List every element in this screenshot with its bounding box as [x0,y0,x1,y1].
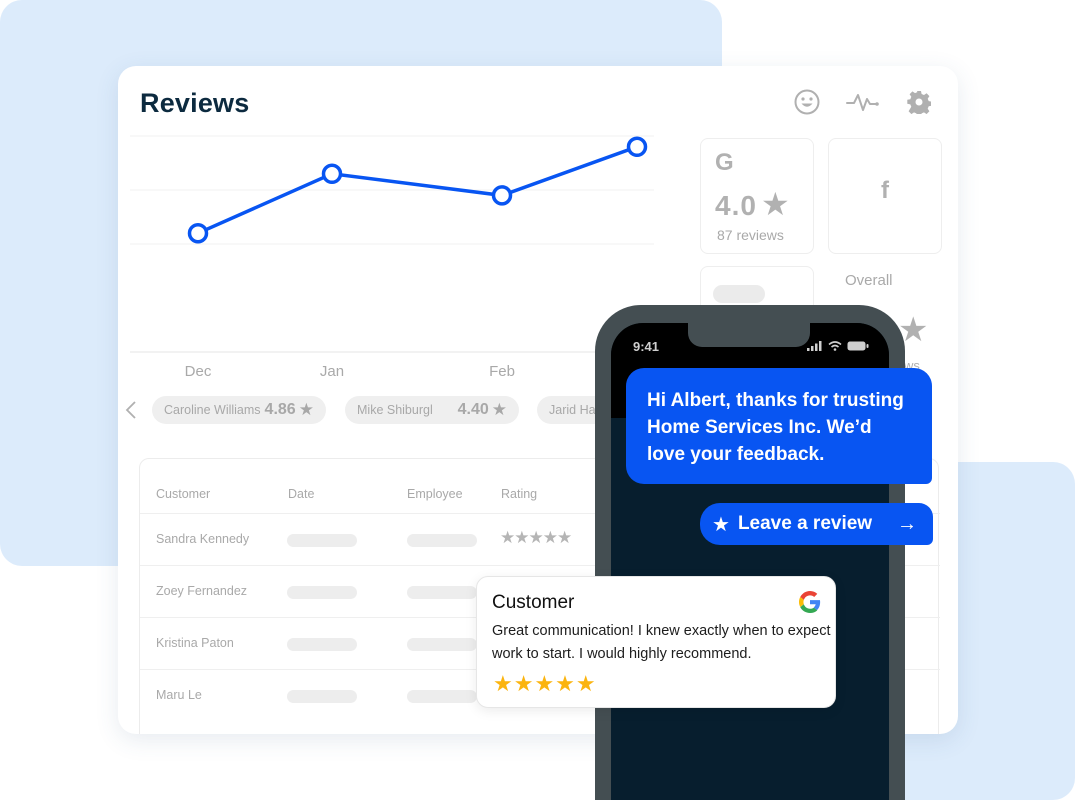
review-author: Customer [492,592,575,613]
wifi-icon [828,341,842,351]
employee-name: Jarid Ha [549,403,596,417]
employee-score: 4.40 [457,401,489,418]
status-icons [807,341,869,351]
employee-score: 4.86 [264,401,296,418]
reviews-line-chart: Dec Jan Feb [130,134,658,434]
battery-icon [847,341,869,351]
google-logo-icon [799,591,821,613]
facebook-logo-icon: f [881,177,889,204]
data-point[interactable] [491,185,513,206]
smiley-icon[interactable] [790,86,824,118]
column-header-customer[interactable]: Customer [156,487,210,501]
data-point[interactable] [321,163,343,185]
rating-stars: ★★★★★ [500,528,572,547]
phone-notch [688,323,810,347]
customer-name: Zoey Fernandez [156,584,248,598]
chevron-left-icon[interactable] [122,398,140,422]
star-icon: ★ [760,186,791,222]
x-tick-label: Dec [185,363,212,380]
data-point[interactable] [187,222,209,244]
gear-icon[interactable] [902,86,936,118]
star-icon: ★ [298,400,314,419]
leave-review-label: Leave a review [737,513,873,534]
date-placeholder [287,690,357,703]
column-header-date[interactable]: Date [288,487,314,501]
facebook-rating-card[interactable]: f [828,138,942,254]
customer-name: Kristina Paton [156,636,234,650]
header-toolbar [790,86,936,118]
star-icon: ★ [712,513,730,536]
employee-name: Mike Shiburgl [357,403,433,417]
leave-review-button[interactable]: ★ Leave a review → [700,503,933,545]
employee-placeholder [407,586,477,599]
status-time: 9:41 [633,339,660,354]
sms-message-bubble: Hi Albert, thanks for trusting Home Serv… [626,368,932,484]
signal-icon [807,341,822,351]
customer-name: Maru Le [156,688,202,702]
review-card: Customer Great communication! I knew exa… [476,576,836,708]
employee-chip[interactable]: Caroline Williams 4.86 ★ [152,396,326,424]
date-placeholder [287,638,357,651]
review-text: Great communication! I knew exactly when… [492,623,831,662]
activity-pulse-icon[interactable] [846,86,880,118]
star-icon: ★ [491,400,507,419]
data-point[interactable] [626,136,648,158]
employee-chip[interactable]: Mike Shiburgl 4.40 ★ [345,396,519,424]
google-review-count: 87 reviews [717,227,784,243]
customer-name: Sandra Kennedy [156,532,250,546]
overall-label: Overall [845,272,893,289]
x-tick-label: Feb [489,363,515,380]
arrow-right-icon: → [897,512,917,535]
x-tick-label: Jan [320,363,344,380]
date-placeholder [287,534,357,547]
date-placeholder [287,586,357,599]
page-title: Reviews [140,88,250,118]
review-stars: ★★★★★ [493,671,597,696]
column-header-rating[interactable]: Rating [501,487,537,501]
chart-svg: Dec Jan Feb [130,135,654,380]
employee-name: Caroline Williams [164,403,261,417]
google-rating: 4.0 ★ [715,185,791,223]
placeholder-pill [713,285,765,303]
employee-placeholder [407,638,477,651]
employee-placeholder [407,534,477,547]
google-rating-value: 4.0 [715,190,757,221]
employee-chips: Caroline Williams 4.86 ★ Mike Shiburgl 4… [118,396,657,426]
google-logo-icon: G [715,149,734,176]
employee-placeholder [407,690,477,703]
google-rating-card[interactable]: G 4.0 ★ 87 reviews [700,138,814,254]
column-header-employee[interactable]: Employee [407,487,463,501]
